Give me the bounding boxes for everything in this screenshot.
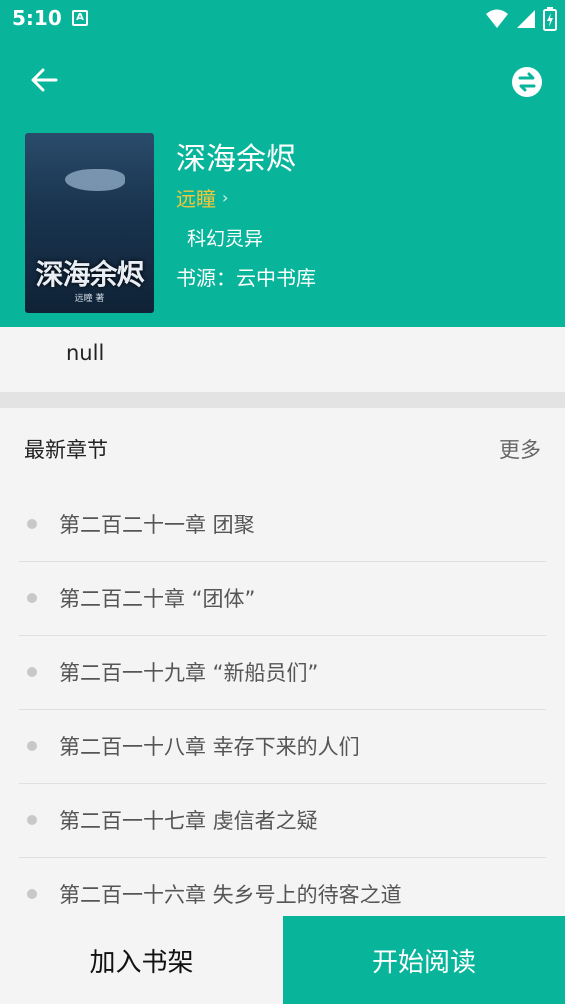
signal-icon: [517, 10, 535, 28]
chapter-item[interactable]: 第二百一十八章 幸存下来的人们: [19, 710, 546, 784]
book-title: 深海余烬: [176, 142, 296, 177]
author-name: 远瞳: [176, 187, 216, 211]
switch-source-icon[interactable]: [511, 66, 543, 98]
chapter-title: 第二百二十一章 团聚: [59, 513, 255, 537]
status-time: 5:10: [12, 6, 62, 30]
book-detail-screen: 5:10 A 深海余烬 远瞳 著 深海余烬 远瞳 › 科幻灵异 书源：云中书库 …: [0, 0, 565, 1004]
battery-icon: [543, 7, 557, 31]
wifi-icon: [486, 9, 508, 28]
chapter-item[interactable]: 第二百二十一章 团聚: [19, 488, 546, 562]
chevron-right-icon: ›: [222, 188, 229, 207]
chapter-list: 第二百二十一章 团聚 第二百二十章 “团体” 第二百一十九章 “新船员们” 第二…: [0, 488, 565, 932]
bullet-dot-icon: [27, 593, 37, 603]
chapter-item[interactable]: 第二百一十七章 虔信者之疑: [19, 784, 546, 858]
back-arrow-icon[interactable]: [26, 62, 62, 98]
chapter-title: 第二百一十七章 虔信者之疑: [59, 809, 318, 833]
bullet-dot-icon: [27, 667, 37, 677]
author-link[interactable]: 远瞳 ›: [176, 183, 228, 212]
book-header: 5:10 A 深海余烬 远瞳 著 深海余烬 远瞳 › 科幻灵异 书源：云中书库: [0, 0, 565, 327]
cover-author-art: 远瞳 著: [74, 294, 105, 304]
latest-chapters-header: 最新章节 更多: [0, 408, 565, 488]
book-category: 科幻灵异: [187, 228, 264, 250]
book-cover[interactable]: 深海余烬 远瞳 著: [25, 133, 154, 313]
latest-chapters-title: 最新章节: [24, 438, 108, 462]
chapter-item[interactable]: 第二百二十章 “团体”: [19, 562, 546, 636]
cover-whale-art: [65, 169, 125, 191]
book-intro[interactable]: null: [0, 327, 565, 392]
more-chapters-button[interactable]: 更多: [499, 434, 541, 464]
add-to-shelf-button[interactable]: 加入书架: [0, 916, 283, 1004]
bullet-dot-icon: [27, 889, 37, 899]
bottom-action-bar: 加入书架 开始阅读: [0, 916, 565, 1004]
status-icons: [485, 6, 557, 32]
chapter-title: 第二百一十六章 失乡号上的待客之道: [59, 883, 402, 907]
bullet-dot-icon: [27, 815, 37, 825]
notification-a-icon: A: [72, 10, 88, 26]
intro-text: null: [66, 341, 105, 365]
chapter-item[interactable]: 第二百一十九章 “新船员们”: [19, 636, 546, 710]
status-bar: 5:10 A: [0, 0, 565, 40]
bullet-dot-icon: [27, 741, 37, 751]
bullet-dot-icon: [27, 519, 37, 529]
section-divider: [0, 392, 565, 408]
cover-title-art: 深海余烬: [35, 258, 144, 291]
chapter-title: 第二百一十九章 “新船员们”: [59, 661, 319, 685]
start-reading-button[interactable]: 开始阅读: [283, 916, 565, 1004]
chapter-title: 第二百一十八章 幸存下来的人们: [59, 735, 360, 759]
book-source: 书源：云中书库: [176, 266, 316, 290]
chapter-title: 第二百二十章 “团体”: [59, 587, 256, 611]
